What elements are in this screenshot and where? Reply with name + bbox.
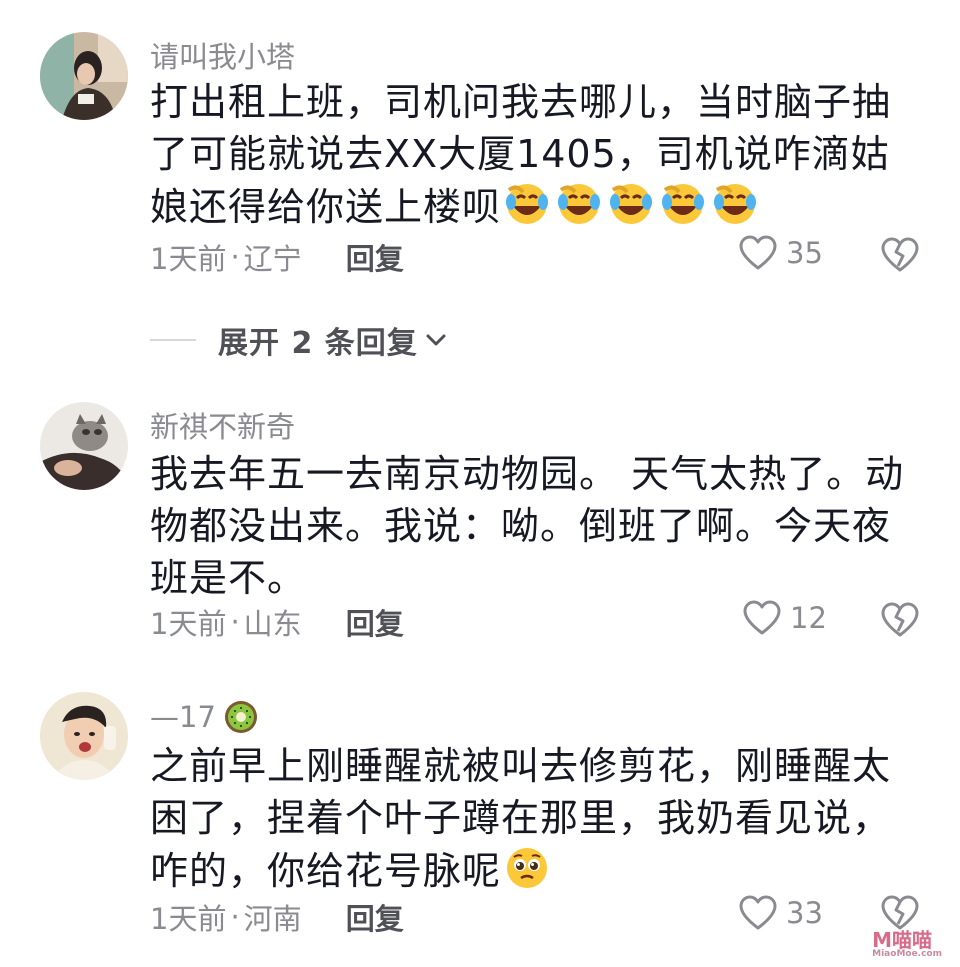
comment-text: 我去年五一去南京动物园。 天气太热了。动物都没出来。我说：呦。倒班了啊。今天夜班… bbox=[150, 448, 920, 604]
kiwi-emoji bbox=[224, 701, 257, 733]
avatar[interactable] bbox=[40, 32, 128, 120]
comment-time: 1天前 bbox=[150, 607, 227, 641]
username-label: —17 bbox=[150, 700, 216, 734]
comment-location: 河南 bbox=[243, 902, 302, 936]
rofl-emoji bbox=[711, 180, 759, 228]
watermark: M喵喵 MiaoMoe.com bbox=[872, 924, 942, 959]
expand-replies-label: 展开 2 条回复 bbox=[218, 326, 418, 361]
meta-separator: · bbox=[230, 605, 240, 639]
dislike-button[interactable] bbox=[880, 601, 920, 641]
username[interactable]: —17 bbox=[150, 698, 260, 736]
like-count: 33 bbox=[786, 896, 823, 930]
comment-location: 山东 bbox=[243, 607, 302, 641]
reply-button[interactable]: 回复 bbox=[346, 896, 404, 938]
rofl-emoji bbox=[503, 180, 551, 228]
heart-icon bbox=[739, 895, 777, 930]
comment-meta: 1天前 · 河南 回复 bbox=[150, 896, 404, 938]
like-count: 35 bbox=[786, 236, 823, 270]
rofl-emoji bbox=[555, 180, 603, 228]
meta-separator: · bbox=[230, 240, 240, 274]
pleading-face-emoji bbox=[503, 844, 551, 892]
reply-button[interactable]: 回复 bbox=[346, 601, 404, 643]
broken-heart-icon bbox=[881, 602, 919, 637]
heart-icon bbox=[739, 235, 777, 270]
meta-separator: · bbox=[230, 900, 240, 934]
chevron-down-icon bbox=[426, 334, 446, 346]
comment-meta: 1天前 · 山东 回复 bbox=[150, 601, 404, 643]
comment-time: 1天前 bbox=[150, 902, 227, 936]
like-button[interactable]: 33 bbox=[738, 894, 823, 932]
avatar[interactable] bbox=[40, 692, 128, 780]
emoji-group bbox=[503, 180, 759, 228]
comment-text-content: 我去年五一去南京动物园。 天气太热了。动物都没出来。我说：呦。倒班了啊。今天夜班… bbox=[150, 452, 905, 600]
username[interactable]: 新祺不新奇 bbox=[150, 404, 295, 446]
comment-location: 辽宁 bbox=[243, 242, 302, 276]
username[interactable]: 请叫我小塔 bbox=[150, 34, 295, 76]
dislike-button[interactable] bbox=[880, 236, 920, 276]
watermark-sub: MiaoMoe.com bbox=[872, 949, 942, 959]
avatar[interactable] bbox=[40, 402, 128, 490]
reply-button[interactable]: 回复 bbox=[346, 236, 404, 278]
rofl-emoji bbox=[607, 180, 655, 228]
broken-heart-icon bbox=[881, 237, 919, 272]
like-count: 12 bbox=[790, 601, 827, 635]
emoji-group bbox=[503, 844, 551, 892]
expand-replies-button[interactable]: 展开 2 条回复 bbox=[150, 318, 450, 362]
heart-icon bbox=[743, 600, 781, 635]
comment-text: 打出租上班，司机问我去哪儿，当时脑子抽了可能就说去XX大厦1405，司机说咋滴姑… bbox=[150, 76, 920, 233]
rofl-emoji bbox=[659, 180, 707, 228]
comment-text: 之前早上刚睡醒就被叫去修剪花，刚睡醒太困了，捏着个叶子蹲在那里，我奶看见说，咋的… bbox=[150, 740, 920, 897]
comment-time: 1天前 bbox=[150, 242, 227, 276]
like-button[interactable]: 35 bbox=[738, 234, 823, 272]
username-label: 新祺不新奇 bbox=[150, 410, 296, 444]
username-label: 请叫我小塔 bbox=[150, 40, 296, 74]
like-button[interactable]: 12 bbox=[742, 599, 827, 637]
comment-meta: 1天前 · 辽宁 回复 bbox=[150, 236, 404, 278]
divider bbox=[150, 339, 196, 341]
